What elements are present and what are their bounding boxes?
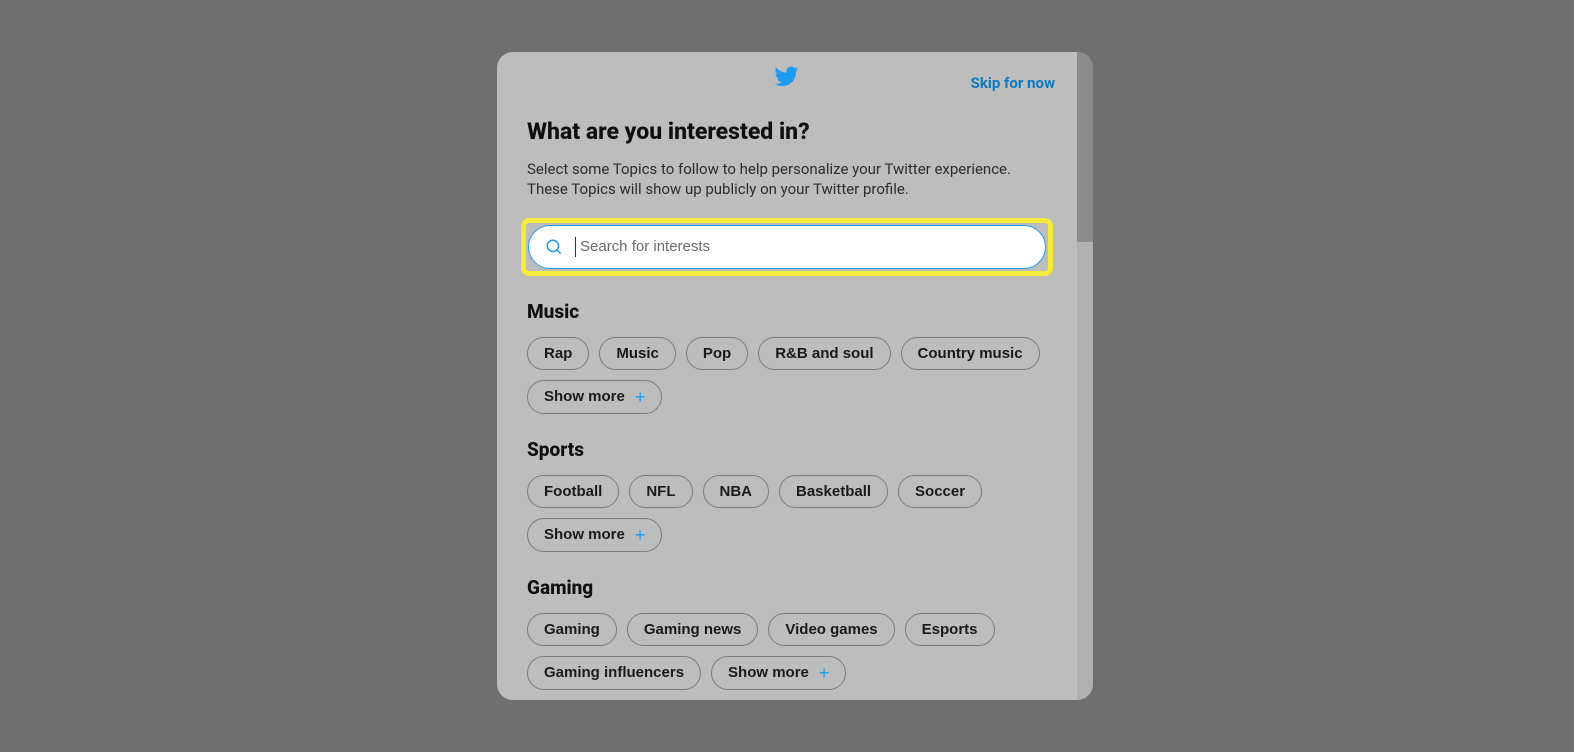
show-more-label: Show more <box>544 388 625 405</box>
section-title-music: Music <box>527 300 1047 323</box>
search-highlight-box <box>521 218 1053 276</box>
chip-soccer[interactable]: Soccer <box>898 475 982 508</box>
interests-modal: Skip for now What are you interested in?… <box>497 52 1093 700</box>
modal-header: Skip for now <box>497 52 1077 100</box>
chip-country-music[interactable]: Country music <box>901 337 1040 370</box>
chip-basketball[interactable]: Basketball <box>779 475 888 508</box>
show-more-sports[interactable]: Show more + <box>527 518 662 552</box>
chip-nfl[interactable]: NFL <box>629 475 692 508</box>
section-gaming: Gaming Gaming Gaming news Video games Es… <box>527 576 1047 690</box>
scrollbar-thumb[interactable] <box>1077 52 1093 242</box>
section-sports: Sports Football NFL NBA Basketball Socce… <box>527 438 1047 552</box>
chip-gaming[interactable]: Gaming <box>527 613 617 646</box>
search-input[interactable] <box>580 238 1029 255</box>
show-more-label: Show more <box>728 664 809 681</box>
chips-music: Rap Music Pop R&B and soul Country music… <box>527 337 1047 414</box>
chip-rap[interactable]: Rap <box>527 337 589 370</box>
show-more-music[interactable]: Show more + <box>527 380 662 414</box>
plus-icon: + <box>819 664 830 682</box>
chip-pop[interactable]: Pop <box>686 337 748 370</box>
skip-for-now-link[interactable]: Skip for now <box>971 74 1055 92</box>
search-box[interactable] <box>528 225 1046 269</box>
chip-gaming-news[interactable]: Gaming news <box>627 613 759 646</box>
chips-sports: Football NFL NBA Basketball Soccer Show … <box>527 475 1047 552</box>
show-more-label: Show more <box>544 526 625 543</box>
chip-gaming-influencers[interactable]: Gaming influencers <box>527 656 701 690</box>
section-title-gaming: Gaming <box>527 576 1047 599</box>
text-cursor <box>575 237 576 257</box>
section-title-sports: Sports <box>527 438 1047 461</box>
section-music: Music Rap Music Pop R&B and soul Country… <box>527 300 1047 414</box>
chip-football[interactable]: Football <box>527 475 619 508</box>
show-more-gaming[interactable]: Show more + <box>711 656 846 690</box>
modal-content: What are you interested in? Select some … <box>497 100 1077 700</box>
modal-scroll-area[interactable]: Skip for now What are you interested in?… <box>497 52 1077 700</box>
chip-music[interactable]: Music <box>599 337 676 370</box>
twitter-bird-icon <box>773 64 801 88</box>
plus-icon: + <box>635 388 646 406</box>
chip-rnb-and-soul[interactable]: R&B and soul <box>758 337 890 370</box>
page-title: What are you interested in? <box>527 118 1047 145</box>
chip-nba[interactable]: NBA <box>703 475 770 508</box>
search-icon <box>545 238 563 256</box>
chips-gaming: Gaming Gaming news Video games Esports G… <box>527 613 1047 690</box>
chip-esports[interactable]: Esports <box>905 613 995 646</box>
plus-icon: + <box>635 526 646 544</box>
scrollbar-track[interactable] <box>1077 52 1093 700</box>
chip-video-games[interactable]: Video games <box>768 613 894 646</box>
page-subtitle: Select some Topics to follow to help per… <box>527 159 1047 200</box>
